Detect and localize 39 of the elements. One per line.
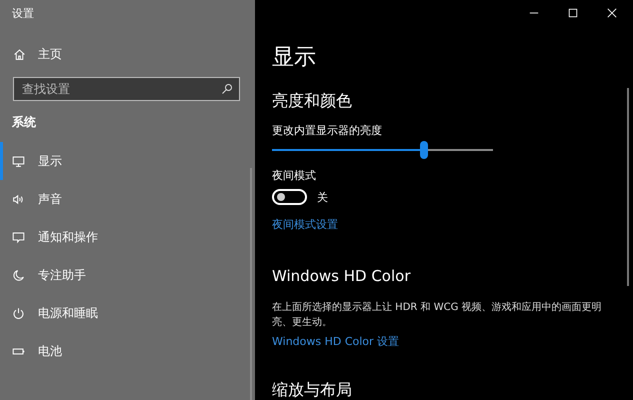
item-label: 显示 xyxy=(38,152,62,170)
speaker-icon xyxy=(12,192,25,206)
brightness-slider[interactable] xyxy=(272,141,493,159)
item-label: 电池 xyxy=(38,342,62,360)
sidebar-item[interactable]: 声音 xyxy=(0,180,72,218)
window-title: 设置 xyxy=(11,6,35,22)
hd-color-settings-link[interactable]: Windows HD Color 设置 xyxy=(272,334,400,349)
section-heading: 亮度和颜色 xyxy=(272,90,353,112)
notification-icon xyxy=(12,230,25,244)
close-icon[interactable] xyxy=(607,8,617,18)
night-light-settings-link[interactable]: 夜间模式设置 xyxy=(272,217,338,232)
item-label: 电源和睡眠 xyxy=(38,304,98,322)
sidebar-item[interactable]: 显示 xyxy=(0,142,72,180)
section-heading: Windows HD Color xyxy=(272,266,412,286)
power-icon xyxy=(12,306,25,320)
sidebar-item[interactable]: 电池 xyxy=(0,332,72,370)
page-title: 显示 xyxy=(272,44,317,72)
maximize-icon[interactable] xyxy=(568,8,578,18)
display-icon xyxy=(12,154,25,168)
search-icon xyxy=(221,83,233,95)
slider-label: 更改内置显示器的亮度 xyxy=(272,124,383,138)
moon-icon xyxy=(12,268,25,282)
home-link[interactable]: 主页 xyxy=(13,44,62,64)
home-icon xyxy=(13,48,26,60)
sidebar-item[interactable]: 通知和操作 xyxy=(0,218,108,256)
sidebar-item[interactable]: 专注助手 xyxy=(0,256,96,294)
section-heading: 缩放与布局 xyxy=(272,379,353,400)
slider-thumb[interactable] xyxy=(420,141,428,159)
night-light-toggle[interactable] xyxy=(272,189,307,205)
item-label: 声音 xyxy=(38,190,62,208)
toggle-label: 夜间模式 xyxy=(272,169,317,183)
sidebar-item[interactable]: 电源和睡眠 xyxy=(0,294,108,332)
search-field[interactable]: 查找设置 xyxy=(13,77,240,101)
item-label: 专注助手 xyxy=(38,266,86,284)
section-heading: 系统 xyxy=(12,114,37,130)
toggle-state: 关 xyxy=(317,190,328,204)
description: 在上面所选择的显示器上让 HDR 和 WCG 视频、游戏和应用中的画面更明亮、更生动。 xyxy=(272,300,603,330)
item-label: 通知和操作 xyxy=(38,228,98,246)
home-label: 主页 xyxy=(38,46,62,62)
